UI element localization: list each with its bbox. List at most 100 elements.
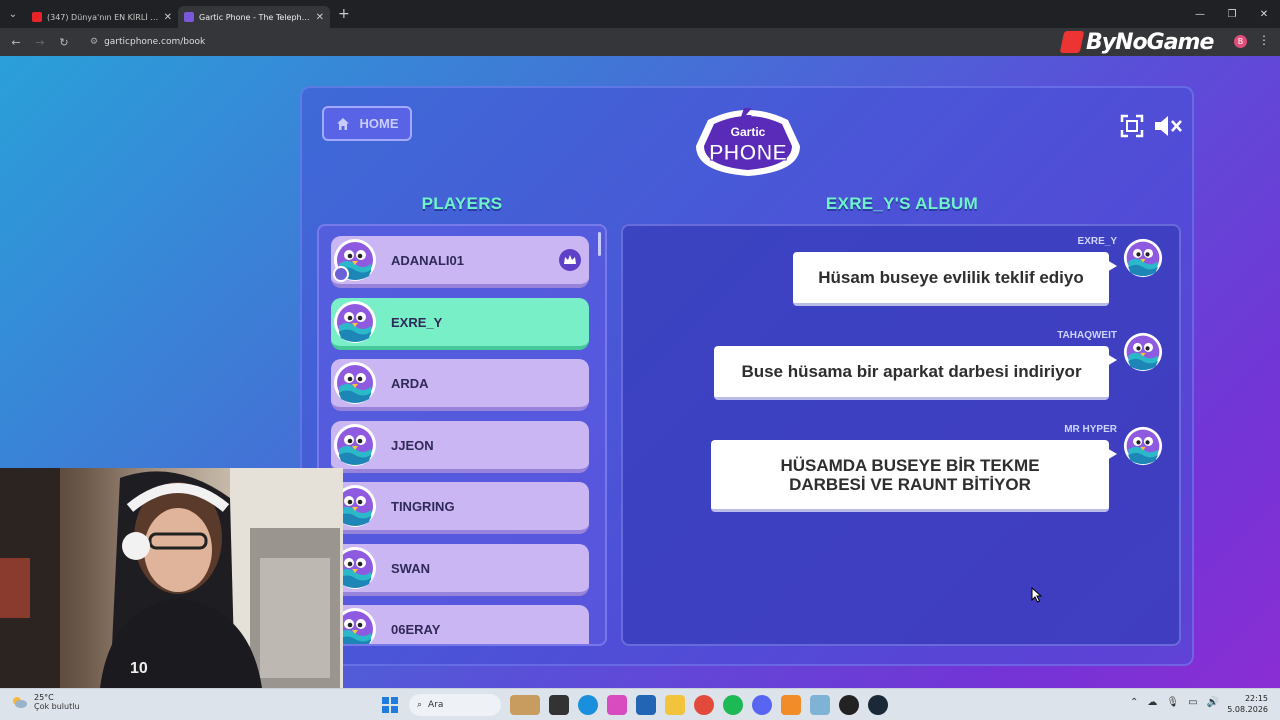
widgets-icon[interactable] (510, 695, 540, 715)
album-panel: EXRE_Y Hüsam buseye evlilik teklif ediyo… (621, 224, 1181, 646)
clock-date: 5.08.2026 (1227, 705, 1268, 714)
player-avatar-icon (1123, 238, 1163, 278)
network-app-icon[interactable] (810, 695, 830, 715)
site-info-icon[interactable]: ⚙ (90, 37, 98, 47)
weather-cloud-icon (13, 697, 27, 708)
player-card[interactable]: TINGRING (331, 482, 589, 534)
game-stage: HOME Gartic PHONE PLAYERS EXRE_Y'S ALBUM… (300, 86, 1194, 666)
new-tab-button[interactable]: + (338, 6, 350, 22)
minimize-icon[interactable]: — (1184, 0, 1216, 28)
fullscreen-icon[interactable] (1118, 112, 1146, 140)
crown-icon (559, 249, 581, 271)
task-view-icon[interactable] (549, 695, 569, 715)
microphone-icon[interactable]: 🎙 (1166, 697, 1179, 708)
taskbar-search[interactable]: ⌕ Ara (409, 694, 501, 716)
player-card[interactable]: ARDA (331, 359, 589, 411)
tab-title: Gartic Phone - The Telephone G (199, 12, 311, 22)
spotify-icon[interactable] (723, 695, 743, 715)
close-tab-icon[interactable]: ✕ (164, 12, 172, 23)
player-avatar-icon (333, 361, 377, 405)
close-window-icon[interactable]: ✕ (1248, 0, 1280, 28)
player-name: TINGRING (391, 499, 455, 514)
file-explorer-icon[interactable] (665, 695, 685, 715)
album-message: HÜSAMDA BUSEYE BİR TEKME DARBESİ VE RAUN… (711, 440, 1117, 512)
search-icon: ⌕ (417, 700, 423, 710)
player-card[interactable]: EXRE_Y (331, 297, 589, 350)
mouse-cursor-icon (1031, 587, 1043, 603)
players-scrollbar[interactable] (598, 232, 601, 256)
url-text: garticphone.com/book (104, 37, 206, 47)
discord-icon[interactable] (752, 695, 772, 715)
player-card[interactable]: JJEON (331, 420, 589, 473)
system-tray: ⌃ ☁ 🎙 ▭ 🔊 (1130, 697, 1219, 708)
gartic-favicon-icon (184, 12, 194, 22)
windows-start-icon[interactable] (380, 695, 400, 715)
restore-icon[interactable]: ❐ (1216, 0, 1248, 28)
home-button[interactable]: HOME (322, 106, 412, 141)
webcam-image: 10 (0, 468, 343, 688)
browser-tab-active[interactable]: Gartic Phone - The Telephone G ✕ (178, 6, 330, 28)
obs-icon[interactable] (839, 695, 859, 715)
volume-icon[interactable]: 🔊 (1207, 697, 1219, 708)
gartic-phone-logo: Gartic PHONE (696, 108, 800, 176)
tray-network-icon[interactable]: ☁ (1147, 697, 1157, 708)
windows-taskbar: 25°C Çok bulutlu ⌕ Ara ⌃ ☁ 🎙 ▭ 🔊 22:15 5… (0, 688, 1280, 720)
profile-avatar[interactable]: B (1234, 35, 1247, 48)
player-card[interactable]: 06ERAY (331, 605, 589, 644)
player-name: ADANALI01 (391, 253, 464, 268)
svg-text:10: 10 (130, 660, 148, 677)
album-heading: EXRE_Y'S ALBUM (825, 194, 979, 213)
player-name: 06ERAY (391, 622, 441, 637)
copilot-icon[interactable] (607, 695, 627, 715)
home-icon (336, 117, 349, 130)
album-author: MR HYPER (1064, 424, 1117, 435)
album-message: Buse hüsama bir aparkat darbesi indiriyo… (714, 346, 1117, 400)
player-name: ARDA (391, 376, 429, 391)
close-tab-icon[interactable]: ✕ (316, 12, 324, 23)
weather-description: Çok bulutlu (34, 702, 80, 711)
chrome-icon[interactable] (694, 695, 714, 715)
player-card[interactable]: ADANALI01 (331, 236, 589, 288)
back-icon[interactable]: ← (4, 36, 28, 49)
url-field[interactable]: ⚙ garticphone.com/book (82, 32, 1092, 52)
host-badge-icon (333, 266, 349, 282)
player-avatar-icon (333, 423, 377, 467)
player-avatar-icon (1123, 332, 1163, 372)
search-placeholder: Ara (428, 700, 444, 710)
window-controls: — ❐ ✕ (1184, 0, 1280, 28)
player-avatar-icon (1123, 426, 1163, 466)
players-list[interactable]: ADANALI01 EXRE_Y ARDA JJEON TINGRING SWAN 06ER… (317, 224, 607, 646)
store-icon[interactable] (636, 695, 656, 715)
weather-widget[interactable]: 25°C Çok bulutlu (10, 693, 80, 711)
reload-icon[interactable]: ↻ (52, 36, 76, 49)
taskbar-apps: ⌕ Ara (380, 694, 888, 716)
youtube-favicon-icon (32, 12, 42, 22)
steam-icon[interactable] (868, 695, 888, 715)
players-heading: PLAYERS (421, 194, 503, 213)
player-name: EXRE_Y (391, 314, 443, 330)
taskbar-clock[interactable]: 22:15 5.08.2026 (1227, 693, 1268, 715)
weather-temperature: 25°C (34, 693, 54, 702)
player-avatar-icon (333, 300, 377, 344)
clock-time: 22:15 (1244, 694, 1268, 703)
tab-search-chevron-icon[interactable]: ⌄ (0, 0, 26, 28)
player-name: JJEON (391, 437, 434, 453)
player-name: SWAN (391, 560, 430, 576)
browser-tab-bar: ⌄ (347) Dünya'nın EN KİRLİ Şehrin ✕ Gart… (0, 0, 1280, 28)
display-icon[interactable]: ▭ (1188, 697, 1197, 708)
edge-icon[interactable] (578, 695, 598, 715)
tray-chevron-icon[interactable]: ⌃ (1130, 697, 1138, 708)
mute-icon[interactable] (1152, 112, 1184, 140)
album-author: TAHAQWEIT (1057, 330, 1117, 341)
album-message: Hüsam buseye evlilik teklif ediyo (793, 252, 1117, 306)
cloud-app-icon[interactable] (781, 695, 801, 715)
forward-icon[interactable]: → (28, 36, 52, 49)
logo-phone-text: PHONE (709, 140, 787, 165)
player-card[interactable]: SWAN (331, 543, 589, 596)
tab-title: (347) Dünya'nın EN KİRLİ Şehrin (47, 12, 159, 22)
browser-tab[interactable]: (347) Dünya'nın EN KİRLİ Şehrin ✕ (26, 6, 178, 28)
bynogame-text: ByNoGame (1086, 29, 1214, 55)
browser-menu-icon[interactable]: ⋮ (1258, 33, 1270, 47)
album-author: EXRE_Y (1077, 236, 1117, 247)
home-label: HOME (359, 116, 399, 131)
